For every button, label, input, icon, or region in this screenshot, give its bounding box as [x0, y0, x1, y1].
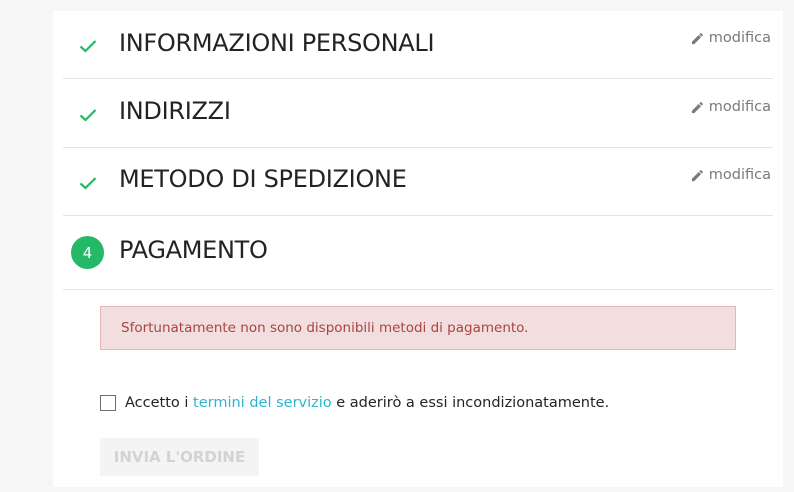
edit-label: modifica — [708, 99, 771, 115]
pencil-icon — [691, 101, 703, 113]
submit-order-button[interactable]: INVIA L'ORDINE — [100, 438, 259, 476]
check-icon — [79, 109, 97, 122]
step-title: INFORMAZIONI PERSONALI — [119, 29, 435, 57]
pencil-icon — [691, 169, 703, 181]
checkout-card: INFORMAZIONI PERSONALI modifica INDIRIZZ… — [53, 11, 783, 487]
pencil-icon — [691, 32, 703, 44]
step-shipping-method: METODO DI SPEDIZIONE modifica — [63, 148, 773, 216]
terms-row: Accetto i termini del servizio e aderirò… — [100, 395, 609, 411]
edit-shipping-link[interactable]: modifica — [691, 167, 771, 183]
check-icon — [79, 40, 97, 53]
step-title: INDIRIZZI — [119, 97, 231, 125]
step-title: PAGAMENTO — [119, 236, 268, 264]
step-number-badge: 4 — [71, 236, 104, 269]
terms-suffix: e aderirò a essi incondizionatamente. — [331, 395, 610, 411]
edit-label: modifica — [708, 167, 771, 183]
terms-link[interactable]: termini del servizio — [193, 395, 332, 411]
step-addresses: INDIRIZZI modifica — [63, 79, 773, 148]
step-title: METODO DI SPEDIZIONE — [119, 165, 407, 193]
terms-checkbox[interactable] — [100, 395, 116, 411]
check-icon — [79, 177, 97, 190]
edit-personal-info-link[interactable]: modifica — [691, 30, 771, 46]
step-payment: 4 PAGAMENTO — [63, 216, 773, 290]
terms-prefix: Accetto i — [125, 395, 194, 411]
edit-label: modifica — [708, 30, 771, 46]
alert-message: Sfortunatamente non sono disponibili met… — [121, 320, 529, 336]
edit-addresses-link[interactable]: modifica — [691, 99, 771, 115]
payment-alert: Sfortunatamente non sono disponibili met… — [100, 306, 736, 350]
step-personal-info: INFORMAZIONI PERSONALI modifica — [63, 11, 773, 79]
